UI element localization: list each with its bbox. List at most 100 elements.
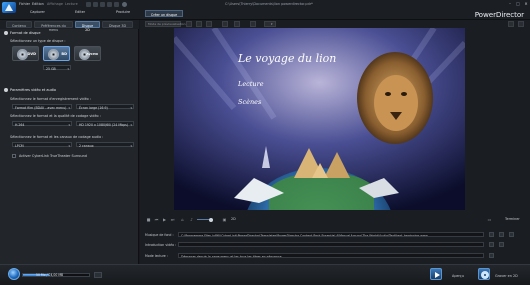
disc-size-value: 25 GB xyxy=(46,66,56,71)
toolbar-btn-2[interactable] xyxy=(196,21,202,27)
finish-button[interactable]: Terminer xyxy=(505,217,520,221)
disc-bd-label: BD xyxy=(61,52,67,56)
volume-slider-knob[interactable] xyxy=(209,217,213,222)
recording-format-label: Sélectionnez le format d'enregistrement … xyxy=(10,97,91,101)
chevron-down-icon: ▾ xyxy=(68,105,70,110)
video-quality-value: HD 1920 x 1080/60i (24 Mbps) xyxy=(79,122,129,127)
menu-view[interactable]: Affichage xyxy=(47,2,63,6)
mode-2d-selector[interactable]: 2D xyxy=(231,217,236,221)
undo-icon[interactable] xyxy=(93,2,98,7)
disc-dvd-icon xyxy=(17,49,28,60)
menu-file[interactable]: Fichier xyxy=(19,2,30,6)
audio-format-select[interactable]: LPCM ▾ xyxy=(12,142,72,148)
disc-size-select[interactable]: 25 GB ▾ xyxy=(43,65,71,71)
tab-disc-2d[interactable]: Disque 2D xyxy=(75,21,100,32)
toolbar-btn-5[interactable] xyxy=(234,21,240,27)
toolbar-btn-1[interactable] xyxy=(186,21,192,27)
tab-menu-preferences[interactable]: Préférences du menu xyxy=(34,21,73,32)
toolbar-dropdown[interactable]: ▾ xyxy=(264,21,276,27)
disc-avchd-label: AVCHD xyxy=(86,52,98,56)
menu-title-text: Le voyage du lion xyxy=(238,52,337,65)
close-button[interactable]: × xyxy=(523,1,529,6)
disc-bd-button[interactable]: BD xyxy=(43,46,70,61)
intro-field[interactable] xyxy=(178,242,484,247)
chevron-down-icon: ▾ xyxy=(130,105,132,110)
disc-type-label: Sélectionnez un type de disque : xyxy=(10,39,66,43)
disc-avchd-button[interactable]: AVCHD xyxy=(74,46,101,61)
toolbar-btn-6[interactable] xyxy=(250,21,256,27)
toolbar-btn-4[interactable] xyxy=(222,21,228,27)
disc-dvd-button[interactable]: DVD xyxy=(12,46,39,61)
playback-mode-settings-icon[interactable] xyxy=(489,253,494,258)
burn-button-label[interactable]: Graver en 2D xyxy=(495,274,518,278)
toolbar-btn-right-1[interactable] xyxy=(508,21,514,27)
home-icon[interactable]: ⌂ xyxy=(180,217,185,222)
audio-channels-value: 2 canaux xyxy=(79,143,94,148)
audio-format-label: Sélectionnez le format et les canaux de … xyxy=(10,135,104,139)
intro-add-icon[interactable] xyxy=(489,242,494,247)
menu-item-play[interactable]: Lecture xyxy=(238,80,264,88)
video-audio-heading: Paramètres vidéo et audio xyxy=(10,88,57,92)
intro-label: Introduction vidéo : xyxy=(145,243,177,247)
fullscreen-icon[interactable]: ▭ xyxy=(487,217,492,222)
surround-checkbox-label: Activer CyberLink TrueTheater Surround xyxy=(19,153,87,158)
music-settings-icon[interactable] xyxy=(509,232,514,237)
audio-format-value: LPCM xyxy=(15,143,24,148)
maximize-button[interactable]: □ xyxy=(515,1,521,6)
module-capture[interactable]: Capturer xyxy=(30,10,45,14)
volume-icon[interactable]: ♪ xyxy=(189,217,194,222)
recording-format-select[interactable]: Format film (BDAV - avec menu) ▾ xyxy=(12,104,72,110)
audio-channels-select[interactable]: 2 canaux ▾ xyxy=(76,142,134,148)
redo-icon[interactable] xyxy=(100,2,105,7)
disc-bd-icon xyxy=(48,49,59,60)
preview-button[interactable] xyxy=(430,268,442,280)
tab-disc-3d[interactable]: Disque 3D xyxy=(102,21,133,28)
minimize-button[interactable]: – xyxy=(507,1,513,6)
burn-button[interactable] xyxy=(478,268,490,280)
module-produce[interactable]: Produire xyxy=(116,10,130,14)
video-codec-value: H.264 xyxy=(15,122,25,127)
chevron-down-icon: ▾ xyxy=(130,122,132,127)
playback-mode-field[interactable]: Démarrer depuis la page menu et les tous… xyxy=(178,253,484,258)
aspect-ratio-value: Écran large (16:9) xyxy=(79,105,108,110)
menu-edit[interactable]: Edition xyxy=(32,2,44,6)
menu-preview-canvas[interactable]: Le voyage du lion Lecture Scènes xyxy=(174,28,465,210)
swap-icon[interactable] xyxy=(94,272,102,278)
toolbar-btn-3[interactable] xyxy=(206,21,212,27)
video-codec-select[interactable]: H.264 ▾ xyxy=(12,121,72,127)
play-icon[interactable]: ▶ xyxy=(162,217,167,222)
toolbar-btn-right-2[interactable] xyxy=(518,21,524,27)
menu-item-scenes[interactable]: Scènes xyxy=(238,98,261,106)
preview-mode-dropdown[interactable]: Mode de prévisualisation xyxy=(145,21,185,27)
disc-format-heading: Format de disque xyxy=(10,31,41,35)
music-add-icon[interactable] xyxy=(489,232,494,237)
user-icon[interactable] xyxy=(122,2,127,7)
preview-button-label[interactable]: Aperçu xyxy=(452,274,464,278)
save-icon[interactable] xyxy=(86,2,91,7)
app-logo xyxy=(2,2,16,13)
playback-mode-label: Mode lecture : xyxy=(145,254,168,258)
recording-format-value: Format film (BDAV - avec menu) xyxy=(15,105,67,110)
stop-icon[interactable]: ■ xyxy=(146,217,151,222)
menu-playback[interactable]: Lecture xyxy=(65,2,78,6)
chevron-down-icon: ▾ xyxy=(68,122,70,127)
music-field[interactable]: C:\Programme Files (x86)\CyberLink\Power… xyxy=(178,232,484,237)
chevron-down-icon: ▾ xyxy=(67,66,69,71)
brand-title: PowerDirector xyxy=(474,10,524,19)
module-edit[interactable]: Editer xyxy=(75,10,85,14)
disc-dvd-label: DVD xyxy=(27,52,36,56)
previous-icon[interactable]: ⏮ xyxy=(154,217,159,222)
intro-remove-icon[interactable] xyxy=(499,242,504,247)
next-icon[interactable]: ⏭ xyxy=(170,217,175,222)
surround-checkbox[interactable] xyxy=(12,154,16,158)
create-disc-tab[interactable]: Créer un disque xyxy=(145,10,183,17)
music-remove-icon[interactable] xyxy=(499,232,504,237)
settings-icon[interactable] xyxy=(107,2,112,7)
tab-content[interactable]: Contenu xyxy=(6,21,32,28)
video-quality-select[interactable]: HD 1920 x 1080/60i (24 Mbps) ▾ xyxy=(76,121,134,127)
upload-icon[interactable] xyxy=(114,2,119,7)
preview-mode-label: Mode de prévisualisation xyxy=(148,22,186,26)
aspect-ratio-select[interactable]: Écran large (16:9) ▾ xyxy=(76,104,134,110)
snapshot-icon[interactable]: ▣ xyxy=(222,217,227,222)
codec-quality-label: Sélectionnez le format et la qualité de … xyxy=(10,114,101,118)
